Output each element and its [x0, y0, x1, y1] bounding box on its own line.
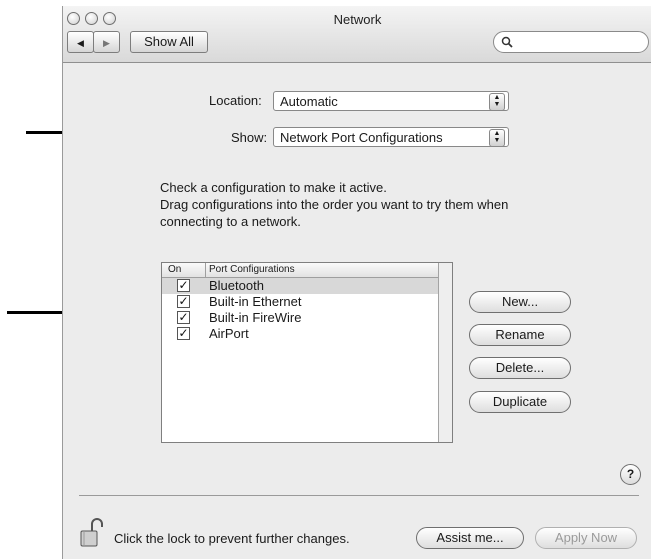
port-name: Built-in Ethernet	[209, 294, 302, 309]
location-popup[interactable]: Automatic ▲ ▼	[273, 91, 509, 111]
location-value: Automatic	[280, 94, 338, 109]
instruction-line: Drag configurations into the order you w…	[160, 197, 509, 212]
delete-button[interactable]: Delete...	[469, 357, 571, 379]
column-divider	[205, 263, 206, 277]
column-header-port-configurations[interactable]: Port Configurations	[209, 264, 295, 275]
lock-text: Click the lock to prevent further change…	[114, 531, 350, 546]
popup-stepper-icon: ▲ ▼	[489, 93, 505, 111]
forward-button[interactable]: ▶	[93, 31, 120, 53]
back-button[interactable]: ◀	[67, 31, 94, 53]
show-popup[interactable]: Network Port Configurations ▲ ▼	[273, 127, 509, 147]
port-name: Bluetooth	[209, 278, 264, 293]
port-name: AirPort	[209, 326, 249, 341]
show-all-button[interactable]: Show All	[130, 31, 208, 53]
show-label: Show:	[231, 130, 268, 145]
show-value: Network Port Configurations	[280, 130, 443, 145]
table-row[interactable]: ✓ Built-in Ethernet	[162, 294, 438, 310]
instruction-line: Check a configuration to make it active.	[160, 180, 387, 195]
search-icon	[501, 36, 513, 48]
table-row[interactable]: ✓ Bluetooth	[162, 278, 438, 294]
built-in-firewire-checkbox[interactable]: ✓	[177, 311, 190, 324]
window-title: Network	[333, 12, 382, 27]
bluetooth-checkbox[interactable]: ✓	[177, 279, 190, 292]
forward-arrow-icon: ▶	[103, 38, 110, 48]
back-arrow-icon: ◀	[77, 38, 84, 48]
popup-stepper-icon: ▲ ▼	[489, 129, 505, 147]
built-in-ethernet-checkbox[interactable]: ✓	[177, 295, 190, 308]
rename-button[interactable]: Rename	[469, 324, 571, 346]
table-row[interactable]: ✓ AirPort	[162, 326, 438, 342]
port-configurations-table[interactable]: On Port Configurations ✓ Bluetooth ✓ Bui…	[161, 262, 453, 443]
table-header: On Port Configurations	[162, 263, 438, 278]
help-button[interactable]: ?	[620, 464, 641, 485]
search-field[interactable]	[493, 31, 649, 53]
duplicate-button[interactable]: Duplicate	[469, 391, 571, 413]
airport-checkbox[interactable]: ✓	[177, 327, 190, 340]
column-header-on[interactable]: On	[168, 264, 181, 275]
instruction-line: connecting to a network.	[160, 214, 301, 229]
table-row[interactable]: ✓ Built-in FireWire	[162, 310, 438, 326]
lock-icon[interactable]	[80, 518, 104, 548]
new-button[interactable]: New...	[469, 291, 571, 313]
apply-now-button[interactable]: Apply Now	[535, 527, 637, 549]
table-scrollbar[interactable]	[438, 263, 452, 442]
network-preferences-window: Network ◀ ▶ Show All Location: Automatic…	[62, 6, 651, 559]
divider	[79, 495, 639, 496]
title-bar: Network ◀ ▶ Show All	[63, 6, 651, 63]
instructions-text: Check a configuration to make it active.…	[160, 179, 580, 230]
port-name: Built-in FireWire	[209, 310, 302, 325]
location-label: Location:	[209, 93, 262, 108]
assist-me-button[interactable]: Assist me...	[416, 527, 524, 549]
